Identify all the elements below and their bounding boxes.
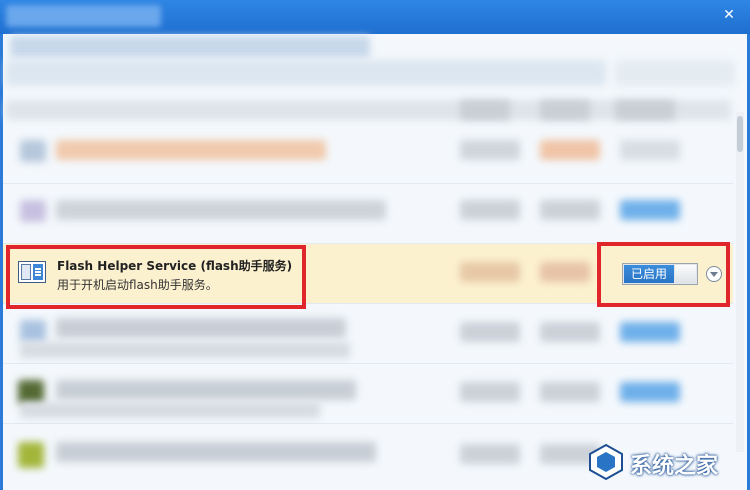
blurred-item-col-2 [540,262,590,282]
blurred-header-tabs [10,36,370,58]
blurred-header-bar [6,60,606,86]
blurred-item-icon [20,200,46,222]
blurred-item-col-1 [460,322,520,342]
blurred-col-head-3 [615,100,675,120]
blurred-item-col-1 [460,262,520,282]
blurred-item-col-1 [460,200,520,220]
blurred-col-head-2 [540,100,590,120]
watermark-text: 系统之家 [630,454,719,479]
blurred-item-icon [18,442,44,468]
blurred-item-col-1 [460,382,520,402]
title-blurred [6,5,161,27]
blurred-item-col-2 [540,382,600,402]
scrollbar-thumb[interactable] [737,116,743,152]
blurred-item-icon [20,320,46,342]
blurred-item-toggle [620,322,680,342]
blurred-item-col-2 [540,200,600,220]
blurred-item-icon [18,380,44,404]
annotation-box-toggle [597,242,730,307]
title-bar: ✕ [0,0,750,34]
vertical-scrollbar[interactable] [736,112,744,452]
blurred-item-icon [20,140,46,162]
blurred-header-right [615,60,735,86]
watermark-logo-icon [589,443,623,481]
blurred-item-col-1 [460,444,520,464]
close-icon: ✕ [723,7,735,23]
watermark: 系统之家 [586,440,748,484]
blurred-item-col-2 [540,140,600,160]
blurred-col-head-1 [460,100,510,120]
blurred-item-text [56,380,356,400]
blurred-item-text [56,140,326,160]
blurred-item-toggle [620,200,680,220]
blurred-item-subtext [20,402,320,418]
blurred-item-text [56,318,346,338]
blurred-item-text [56,442,376,462]
close-button[interactable]: ✕ [718,4,740,26]
blurred-item-col-2 [540,322,600,342]
blurred-item-text [56,200,386,220]
blurred-item-subtext [20,342,350,358]
blurred-item-toggle [620,382,680,402]
blurred-item-col-1 [460,140,520,160]
blurred-item-col-3 [620,140,680,160]
annotation-box-service [6,245,306,309]
